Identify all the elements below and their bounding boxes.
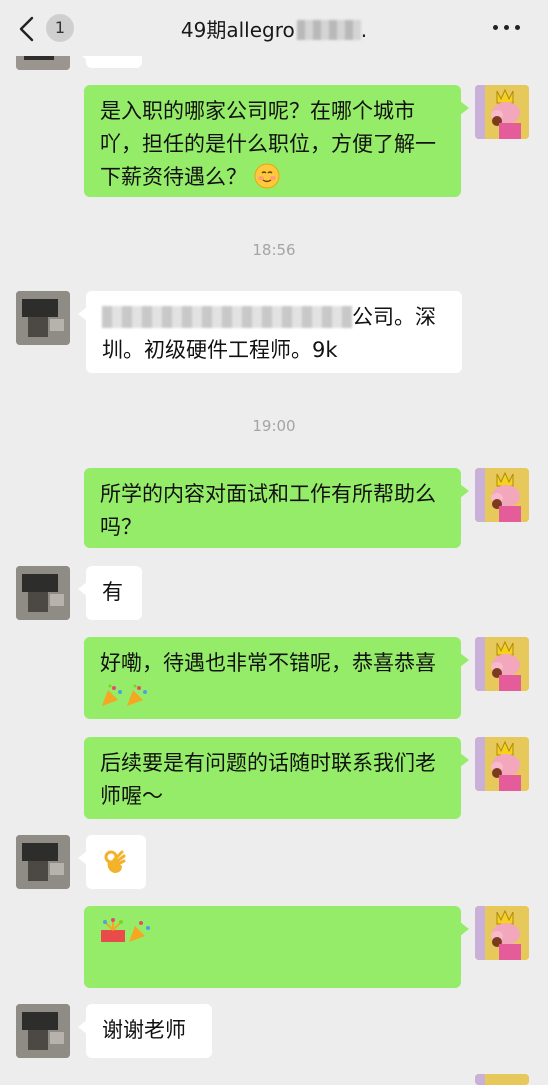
self-avatar[interactable] <box>475 1074 529 1085</box>
message-text: 后续要是有问题的话随时联系我们老师喔～ <box>100 751 436 808</box>
ok-hand-emoji-icon <box>104 850 126 873</box>
blurred-avatar-icon <box>16 291 70 345</box>
peppa-pig-avatar-icon <box>475 737 529 791</box>
peppa-pig-avatar-icon <box>475 637 529 691</box>
message-text: 谢谢老师 <box>102 1018 186 1042</box>
peer-avatar[interactable] <box>16 835 70 889</box>
chat-title-suffix: . <box>360 18 368 42</box>
smiling-face-emoji-icon <box>254 163 280 189</box>
self-message-bubble: 所学的内容对面试和工作有所帮助么吗？ <box>84 468 469 548</box>
peer-avatar[interactable] <box>16 566 70 620</box>
more-options-button[interactable] <box>490 16 524 38</box>
self-message-bubble: 后续要是有问题的话随时联系我们老师喔～ <box>84 737 469 819</box>
peer-avatar[interactable] <box>16 291 70 345</box>
peer-message-bubble <box>78 835 146 889</box>
fireworks-emoji-icon <box>101 918 150 942</box>
peer-avatar[interactable] <box>16 1004 70 1058</box>
chat-header: 1 49期allegro. <box>0 0 548 56</box>
timestamp: 18:56 <box>252 241 296 259</box>
blurred-avatar-icon <box>16 566 70 620</box>
timestamp: 19:00 <box>252 417 296 435</box>
unread-count-badge: 1 <box>46 14 74 42</box>
self-avatar[interactable] <box>475 468 529 522</box>
blurred-avatar-icon <box>16 1004 70 1058</box>
chat-title: 49期allegro. <box>120 14 428 43</box>
peer-message-bubble: 谢谢老师 <box>78 1004 212 1058</box>
chat-title-text: 49期allegro <box>180 18 295 42</box>
peer-message-bubble: 公司。深圳。初级硬件工程师。9k <box>78 291 462 373</box>
back-button[interactable]: 1 <box>16 12 76 46</box>
chevron-left-icon <box>19 16 34 42</box>
self-avatar[interactable] <box>475 737 529 791</box>
peppa-pig-avatar-icon <box>475 1074 529 1085</box>
party-popper-emoji-icon <box>102 684 147 706</box>
self-message-bubble: 好嘞，待遇也非常不错呢，恭喜恭喜 <box>84 637 469 719</box>
redacted-block <box>296 20 361 40</box>
self-avatar[interactable] <box>475 637 529 691</box>
redacted-block <box>102 306 352 328</box>
message-text: 所学的内容对面试和工作有所帮助么吗？ <box>100 482 436 539</box>
peppa-pig-avatar-icon <box>475 468 529 522</box>
blurred-avatar-icon <box>16 835 70 889</box>
peppa-pig-avatar-icon <box>475 85 529 139</box>
self-message-bubble: 是入职的哪家公司呢？在哪个城市吖，担任的是什么职位，方便了解一下薪资待遇么？ <box>84 85 469 197</box>
self-avatar[interactable] <box>475 85 529 139</box>
peppa-pig-avatar-icon <box>475 906 529 960</box>
peer-message-bubble: 有 <box>78 566 142 620</box>
self-message-bubble <box>84 906 469 988</box>
message-text: 好嘞，待遇也非常不错呢，恭喜恭喜 <box>100 651 436 675</box>
self-avatar[interactable] <box>475 906 529 960</box>
message-text: 有 <box>102 580 123 604</box>
